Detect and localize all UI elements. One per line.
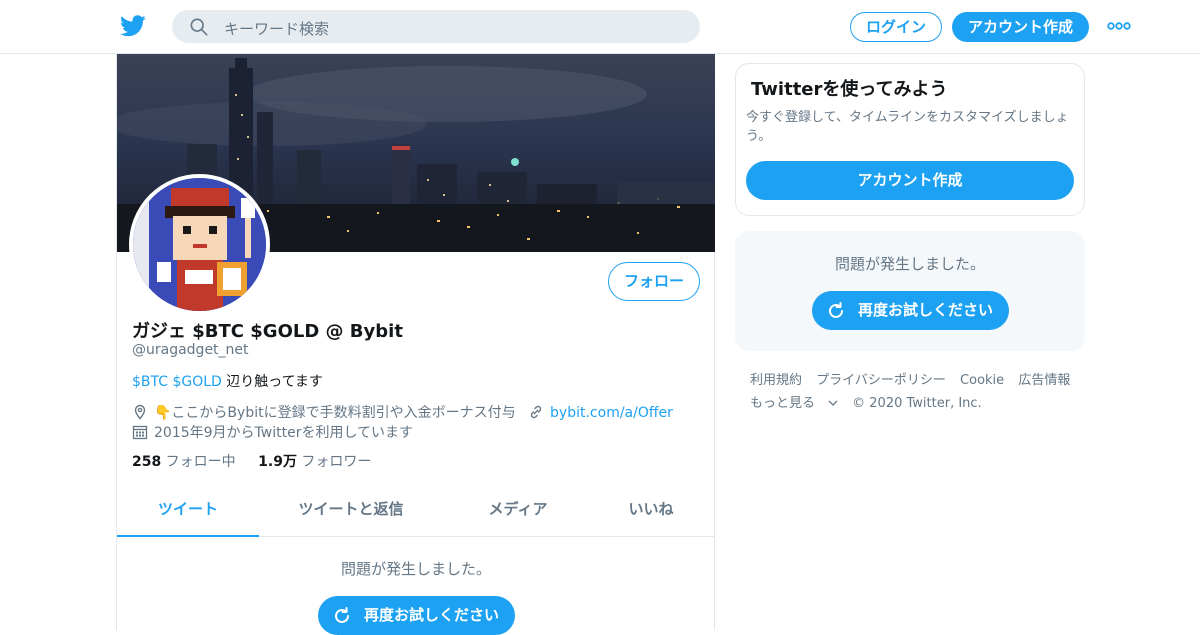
refresh-icon	[829, 302, 843, 318]
signup-button[interactable]: アカウント作成	[952, 12, 1089, 42]
footer-more-label: もっと見る	[750, 396, 816, 411]
twitter-logo-icon[interactable]	[120, 14, 146, 38]
promo-signup-button[interactable]: アカウント作成	[746, 161, 1074, 200]
followers-count-link[interactable]: 1.9万 フォロワー	[258, 454, 371, 470]
footer-more-button[interactable]: もっと見る	[750, 396, 838, 411]
profile-location: 👇ここからBybitに登録で手数料割引や入金ボーナス付与	[154, 405, 516, 421]
timeline-retry-button[interactable]: 再度お試しください	[318, 596, 515, 635]
profile-tabs: ツイート ツイートと返信 メディア いいね	[117, 484, 715, 537]
search-placeholder: キーワード検索	[224, 20, 330, 38]
profile-column: フォロー ガジェ $BTC $GOLD @ Bybit @uragadget_n…	[116, 54, 715, 635]
timeline-retry-label: 再度お試しください	[364, 606, 500, 624]
search-icon	[190, 18, 208, 36]
profile-location-row: 👇ここからBybitに登録で手数料割引や入金ボーナス付与 bybit.com/a…	[132, 402, 673, 422]
sidebar-error-card: 問題が発生しました。 再度お試しください	[735, 231, 1085, 351]
profile-website-link[interactable]: bybit.com/a/Offer	[550, 405, 673, 421]
search-input[interactable]: キーワード検索	[172, 10, 700, 43]
tab-tweets-and-replies[interactable]: ツイートと返信	[280, 484, 422, 537]
top-navigation-bar: キーワード検索 ログイン アカウント作成	[0, 0, 1200, 54]
footer-link-terms[interactable]: 利用規約	[750, 373, 802, 388]
location-icon	[134, 404, 146, 420]
calendar-icon	[132, 425, 148, 440]
link-icon	[530, 405, 542, 419]
refresh-icon	[335, 607, 349, 623]
avatar[interactable]	[129, 174, 270, 315]
following-label: フォロー中	[161, 454, 236, 470]
following-count: 258	[132, 454, 162, 470]
sidebar-error-message: 問題が発生しました。	[834, 255, 985, 273]
profile-counts: 258 フォロー中 1.9万 フォロワー	[132, 451, 371, 471]
footer-link-cookie[interactable]: Cookie	[960, 373, 1004, 388]
followers-count: 1.9万	[258, 454, 297, 470]
promo-title: Twitterを使ってみよう	[751, 79, 948, 100]
footer-link-ads[interactable]: 広告情報	[1018, 373, 1070, 388]
chevron-down-icon	[828, 400, 838, 406]
following-count-link[interactable]: 258 フォロー中	[132, 454, 236, 470]
footer-copyright: © 2020 Twitter, Inc.	[852, 396, 982, 411]
profile-display-name: ガジェ $BTC $GOLD @ Bybit	[132, 321, 403, 342]
profile-joined-date: 2015年9月からTwitterを利用しています	[154, 425, 414, 441]
signup-promo-card: Twitterを使ってみよう 今すぐ登録して、タイムラインをカスタマイズしましょ…	[735, 63, 1085, 216]
bio-cashtag-links[interactable]: $BTC $GOLD	[132, 374, 222, 390]
profile-bio: $BTC $GOLD 辺り触ってます	[132, 371, 323, 391]
footer-link-privacy[interactable]: プライバシーポリシー	[816, 373, 946, 388]
profile-handle: @uragadget_net	[132, 342, 249, 358]
promo-text: 今すぐ登録して、タイムラインをカスタマイズしましょう。	[746, 110, 1069, 144]
sidebar-retry-button[interactable]: 再度お試しください	[812, 291, 1009, 330]
sidebar-retry-label: 再度お試しください	[858, 301, 994, 319]
follow-button[interactable]: フォロー	[608, 262, 700, 301]
timeline-error-message: 問題が発生しました。	[340, 560, 491, 578]
followers-label: フォロワー	[296, 454, 372, 470]
tab-tweets[interactable]: ツイート	[117, 484, 259, 537]
footer-links: 利用規約 プライバシーポリシー Cookie 広告情報 もっと見る © 2020…	[750, 369, 1090, 415]
tab-media[interactable]: メディア	[447, 484, 589, 537]
login-button[interactable]: ログイン	[850, 12, 942, 42]
profile-joined-row: 2015年9月からTwitterを利用しています	[132, 422, 413, 442]
bio-text: 辺り触ってます	[221, 374, 323, 390]
more-icon[interactable]	[1107, 20, 1131, 32]
avatar-image	[133, 178, 266, 311]
tab-likes[interactable]: いいね	[587, 484, 715, 537]
